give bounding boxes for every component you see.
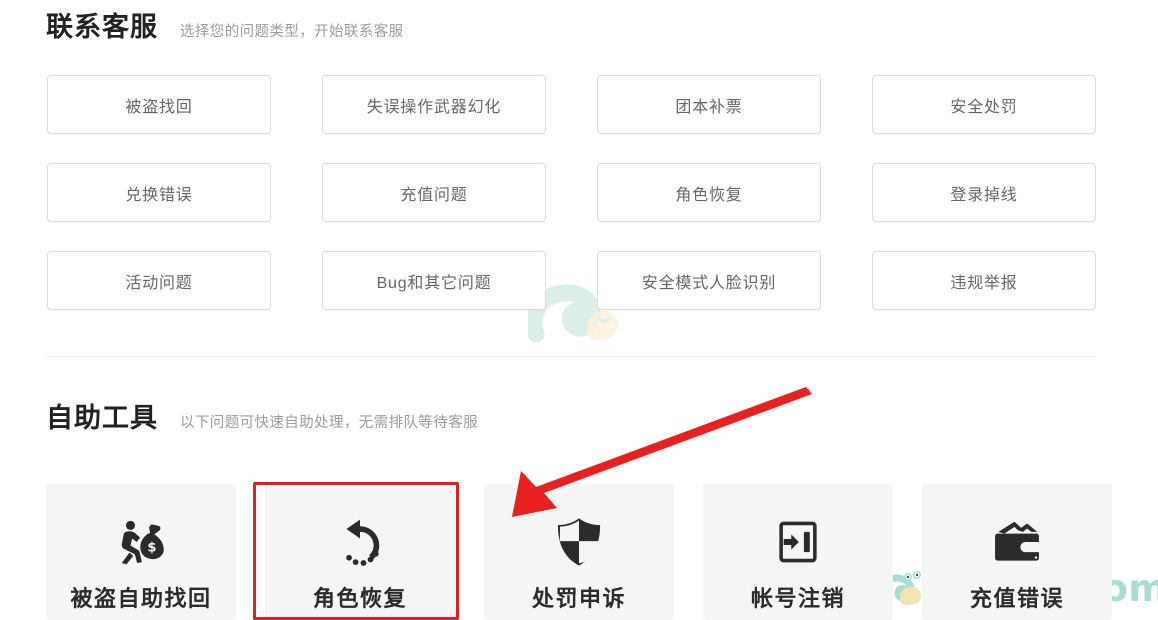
category-button-活动问题[interactable]: 活动问题 xyxy=(47,251,271,310)
category-button-bug和其它问题[interactable]: Bug和其它问题 xyxy=(322,251,546,310)
thief-money-bag-icon: $ xyxy=(110,511,172,573)
section-divider xyxy=(46,356,1096,357)
tool-card-被盗自助找回[interactable]: $ 被盗自助找回 xyxy=(46,484,236,620)
category-button-安全模式人脸识别[interactable]: 安全模式人脸识别 xyxy=(597,251,821,310)
tool-label: 处罚申诉 xyxy=(531,586,626,611)
category-button-角色恢复[interactable]: 角色恢复 xyxy=(597,163,821,222)
category-button-兑换错误[interactable]: 兑换错误 xyxy=(47,163,271,222)
tool-label: 被盗自助找回 xyxy=(70,586,212,611)
restore-undo-arrow-icon xyxy=(329,511,391,573)
self-service-tools-grid: $ 被盗自助找回 角色恢复 处罚申诉 帐号注销 充值错误 xyxy=(46,484,1112,620)
tools-section-subtitle: 以下问题可快速自助处理，无需排队等待客服 xyxy=(180,415,478,431)
tool-card-充值错误[interactable]: 充值错误 xyxy=(922,484,1112,620)
tool-label: 帐号注销 xyxy=(750,586,845,611)
category-button-安全处罚[interactable]: 安全处罚 xyxy=(872,75,1096,134)
issue-category-grid: 被盗找回 失误操作武器幻化 团本补票 安全处罚 兑换错误 充值问题 角色恢复 登… xyxy=(47,75,1096,310)
wallet-icon xyxy=(986,511,1048,573)
tool-card-帐号注销[interactable]: 帐号注销 xyxy=(703,484,893,620)
contact-section-title: 联系客服 xyxy=(46,12,158,42)
category-button-违规举报[interactable]: 违规举报 xyxy=(872,251,1096,310)
tool-label: 角色恢复 xyxy=(312,586,407,611)
tool-label: 充值错误 xyxy=(969,586,1064,611)
category-button-失误操作武器幻化[interactable]: 失误操作武器幻化 xyxy=(322,75,546,134)
tool-card-处罚申诉[interactable]: 处罚申诉 xyxy=(484,484,674,620)
contact-section-header: 联系客服 选择您的问题类型，开始联系客服 xyxy=(46,14,404,41)
category-button-被盗找回[interactable]: 被盗找回 xyxy=(47,75,271,134)
shield-icon xyxy=(548,511,610,573)
svg-text:$: $ xyxy=(147,541,156,556)
support-page: 联系客服 选择您的问题类型，开始联系客服 被盗找回 失误操作武器幻化 团本补票 … xyxy=(0,0,1158,620)
category-button-团本补票[interactable]: 团本补票 xyxy=(597,75,821,134)
tool-card-角色恢复[interactable]: 角色恢复 xyxy=(265,484,455,620)
category-button-登录掉线[interactable]: 登录掉线 xyxy=(872,163,1096,222)
category-button-充值问题[interactable]: 充值问题 xyxy=(322,163,546,222)
logout-arrow-icon xyxy=(767,511,829,573)
tools-section-title: 自助工具 xyxy=(46,403,158,433)
tools-section-header: 自助工具 以下问题可快速自助处理，无需排队等待客服 xyxy=(46,405,478,432)
contact-section-subtitle: 选择您的问题类型，开始联系客服 xyxy=(180,24,404,40)
